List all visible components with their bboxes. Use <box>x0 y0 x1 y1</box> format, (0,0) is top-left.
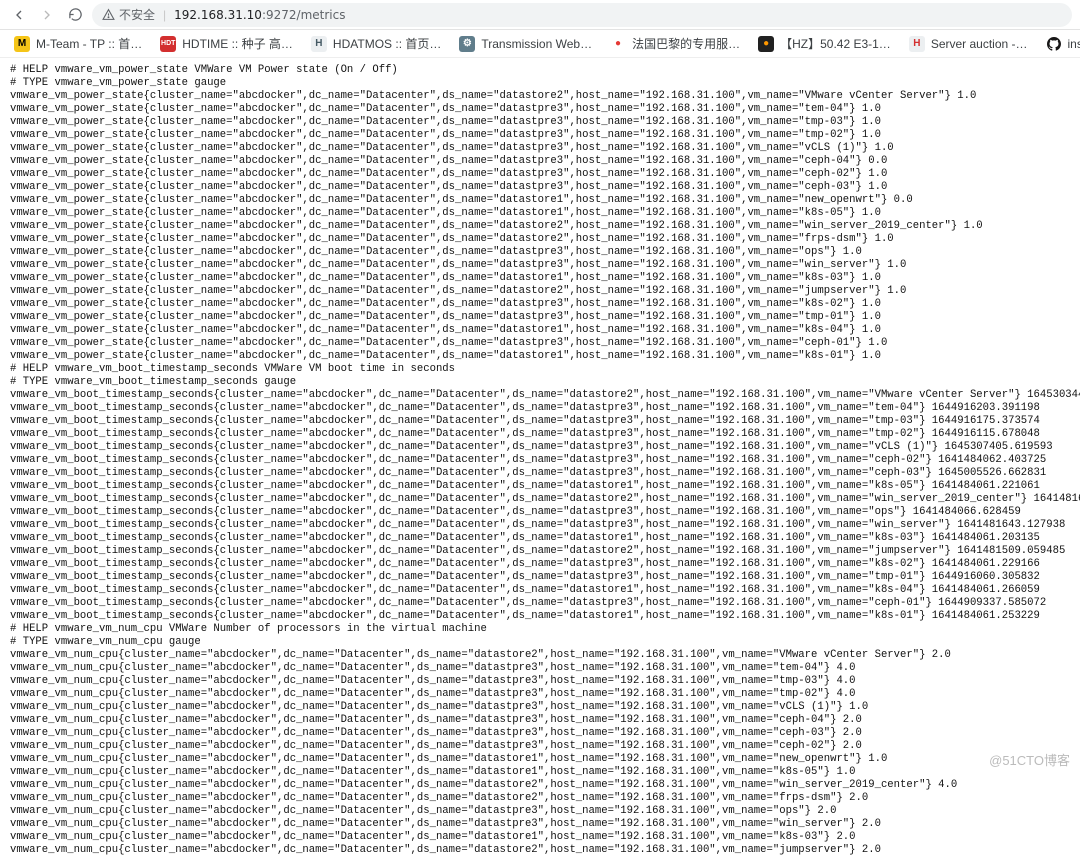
metric-line: vmware_vm_power_state{cluster_name="abcd… <box>10 116 1070 129</box>
address-bar[interactable]: 不安全 | 192.168.31.10:9272/metrics <box>92 3 1072 27</box>
metric-line: vmware_vm_power_state{cluster_name="abcd… <box>10 194 1070 207</box>
metric-line: vmware_vm_power_state{cluster_name="abcd… <box>10 350 1070 363</box>
metric-line: vmware_vm_num_cpu{cluster_name="abcdocke… <box>10 766 1070 779</box>
metric-line: vmware_vm_power_state{cluster_name="abcd… <box>10 285 1070 298</box>
metric-line: vmware_vm_boot_timestamp_seconds{cluster… <box>10 480 1070 493</box>
metric-line: vmware_vm_boot_timestamp_seconds{cluster… <box>10 441 1070 454</box>
bookmark-favicon <box>1046 36 1062 52</box>
browser-toolbar: 不安全 | 192.168.31.10:9272/metrics <box>0 0 1080 30</box>
bookmark-favicon: ⚙ <box>459 36 475 52</box>
metric-line: vmware_vm_power_state{cluster_name="abcd… <box>10 103 1070 116</box>
metric-line: vmware_vm_num_cpu{cluster_name="abcdocke… <box>10 727 1070 740</box>
metric-line: vmware_vm_power_state{cluster_name="abcd… <box>10 207 1070 220</box>
metric-line: vmware_vm_num_cpu{cluster_name="abcdocke… <box>10 701 1070 714</box>
metric-line: vmware_vm_boot_timestamp_seconds{cluster… <box>10 584 1070 597</box>
metric-line: vmware_vm_power_state{cluster_name="abcd… <box>10 168 1070 181</box>
metric-line: vmware_vm_boot_timestamp_seconds{cluster… <box>10 558 1070 571</box>
bookmark-label: HDTIME :: 种子 高… <box>182 35 293 52</box>
not-secure-label: 不安全 <box>119 6 155 23</box>
metric-line: vmware_vm_num_cpu{cluster_name="abcdocke… <box>10 831 1070 844</box>
metric-line: vmware_vm_num_cpu{cluster_name="abcdocke… <box>10 740 1070 753</box>
bookmark-item[interactable]: ● 【HZ】50.42 E3-1… <box>750 32 899 55</box>
metric-line: vmware_vm_boot_timestamp_seconds{cluster… <box>10 493 1070 506</box>
metric-line: vmware_vm_boot_timestamp_seconds{cluster… <box>10 467 1070 480</box>
metrics-body: # HELP vmware_vm_power_state VMWare VM P… <box>0 58 1080 863</box>
not-secure-chip: 不安全 <box>102 6 155 23</box>
metric-line: vmware_vm_num_cpu{cluster_name="abcdocke… <box>10 753 1070 766</box>
metric-line: vmware_vm_num_cpu{cluster_name="abcdocke… <box>10 779 1070 792</box>
metric-line: vmware_vm_power_state{cluster_name="abcd… <box>10 129 1070 142</box>
metric-line: vmware_vm_num_cpu{cluster_name="abcdocke… <box>10 662 1070 675</box>
metric-line: # HELP vmware_vm_num_cpu VMWare Number o… <box>10 623 1070 636</box>
metric-line: vmware_vm_boot_timestamp_seconds{cluster… <box>10 402 1070 415</box>
metric-line: vmware_vm_power_state{cluster_name="abcd… <box>10 337 1070 350</box>
metric-line: vmware_vm_power_state{cluster_name="abcd… <box>10 90 1070 103</box>
metric-line: # HELP vmware_vm_boot_timestamp_seconds … <box>10 363 1070 376</box>
bookmark-item[interactable]: HDT HDTIME :: 种子 高… <box>152 32 301 55</box>
bookmark-item[interactable]: M M-Team - TP :: 首… <box>6 32 150 55</box>
forward-button[interactable] <box>36 4 58 26</box>
bookmark-favicon: HDT <box>160 36 176 52</box>
bookmark-label: install from zip - r… <box>1068 37 1080 51</box>
metric-line: vmware_vm_power_state{cluster_name="abcd… <box>10 246 1070 259</box>
metric-line: vmware_vm_num_cpu{cluster_name="abcdocke… <box>10 688 1070 701</box>
metric-line: vmware_vm_boot_timestamp_seconds{cluster… <box>10 610 1070 623</box>
bookmark-item[interactable]: install from zip - r… <box>1038 33 1080 55</box>
metric-line: vmware_vm_boot_timestamp_seconds{cluster… <box>10 545 1070 558</box>
metric-line: # TYPE vmware_vm_boot_timestamp_seconds … <box>10 376 1070 389</box>
metric-line: vmware_vm_boot_timestamp_seconds{cluster… <box>10 519 1070 532</box>
bookmark-label: Transmission Web… <box>481 37 592 51</box>
bookmark-label: 【HZ】50.42 E3-1… <box>780 35 891 52</box>
bookmark-item[interactable]: ⚙ Transmission Web… <box>451 33 600 55</box>
metric-line: vmware_vm_boot_timestamp_seconds{cluster… <box>10 571 1070 584</box>
metric-line: vmware_vm_boot_timestamp_seconds{cluster… <box>10 597 1070 610</box>
metric-line: vmware_vm_boot_timestamp_seconds{cluster… <box>10 532 1070 545</box>
metric-line: vmware_vm_power_state{cluster_name="abcd… <box>10 233 1070 246</box>
metric-line: vmware_vm_boot_timestamp_seconds{cluster… <box>10 389 1070 402</box>
bookmarks-bar: M M-Team - TP :: 首… HDT HDTIME :: 种子 高… H HDA… <box>0 30 1080 58</box>
bookmark-item[interactable]: H HDATMOS :: 首页… <box>303 32 449 55</box>
metric-line: vmware_vm_num_cpu{cluster_name="abcdocke… <box>10 844 1070 857</box>
metric-line: vmware_vm_boot_timestamp_seconds{cluster… <box>10 454 1070 467</box>
warning-icon <box>102 8 115 21</box>
bookmark-favicon: ● <box>758 36 774 52</box>
metric-line: vmware_vm_num_cpu{cluster_name="abcdocke… <box>10 818 1070 831</box>
metric-line: vmware_vm_power_state{cluster_name="abcd… <box>10 298 1070 311</box>
metric-line: # TYPE vmware_vm_num_cpu gauge <box>10 636 1070 649</box>
metric-line: vmware_vm_power_state{cluster_name="abcd… <box>10 259 1070 272</box>
metric-line: vmware_vm_boot_timestamp_seconds{cluster… <box>10 428 1070 441</box>
bookmark-item[interactable]: H Server auction -… <box>901 33 1036 55</box>
back-button[interactable] <box>8 4 30 26</box>
bookmark-favicon: ● <box>610 36 626 52</box>
bookmark-label: 法国巴黎的专用服… <box>632 35 740 52</box>
bookmark-favicon: M <box>14 36 30 52</box>
metric-line: vmware_vm_power_state{cluster_name="abcd… <box>10 311 1070 324</box>
bookmark-label: M-Team - TP :: 首… <box>36 35 142 52</box>
bookmark-label: Server auction -… <box>931 37 1028 51</box>
reload-button[interactable] <box>64 4 86 26</box>
metric-line: vmware_vm_boot_timestamp_seconds{cluster… <box>10 415 1070 428</box>
url-text: 192.168.31.10:9272/metrics <box>174 8 345 22</box>
bookmark-favicon: H <box>311 36 327 52</box>
metric-line: vmware_vm_num_cpu{cluster_name="abcdocke… <box>10 675 1070 688</box>
bookmark-label: HDATMOS :: 首页… <box>333 35 441 52</box>
metric-line: # TYPE vmware_vm_power_state gauge <box>10 77 1070 90</box>
metric-line: vmware_vm_num_cpu{cluster_name="abcdocke… <box>10 649 1070 662</box>
metric-line: vmware_vm_power_state{cluster_name="abcd… <box>10 181 1070 194</box>
metric-line: vmware_vm_power_state{cluster_name="abcd… <box>10 272 1070 285</box>
metric-line: vmware_vm_boot_timestamp_seconds{cluster… <box>10 506 1070 519</box>
bookmark-favicon: H <box>909 36 925 52</box>
metric-line: vmware_vm_num_cpu{cluster_name="abcdocke… <box>10 805 1070 818</box>
metric-line: vmware_vm_power_state{cluster_name="abcd… <box>10 155 1070 168</box>
metric-line: vmware_vm_power_state{cluster_name="abcd… <box>10 220 1070 233</box>
metric-line: vmware_vm_num_cpu{cluster_name="abcdocke… <box>10 714 1070 727</box>
metric-line: vmware_vm_power_state{cluster_name="abcd… <box>10 324 1070 337</box>
metric-line: vmware_vm_num_cpu{cluster_name="abcdocke… <box>10 792 1070 805</box>
bookmark-item[interactable]: ● 法国巴黎的专用服… <box>602 32 748 55</box>
metric-line: # HELP vmware_vm_power_state VMWare VM P… <box>10 64 1070 77</box>
metric-line: vmware_vm_power_state{cluster_name="abcd… <box>10 142 1070 155</box>
